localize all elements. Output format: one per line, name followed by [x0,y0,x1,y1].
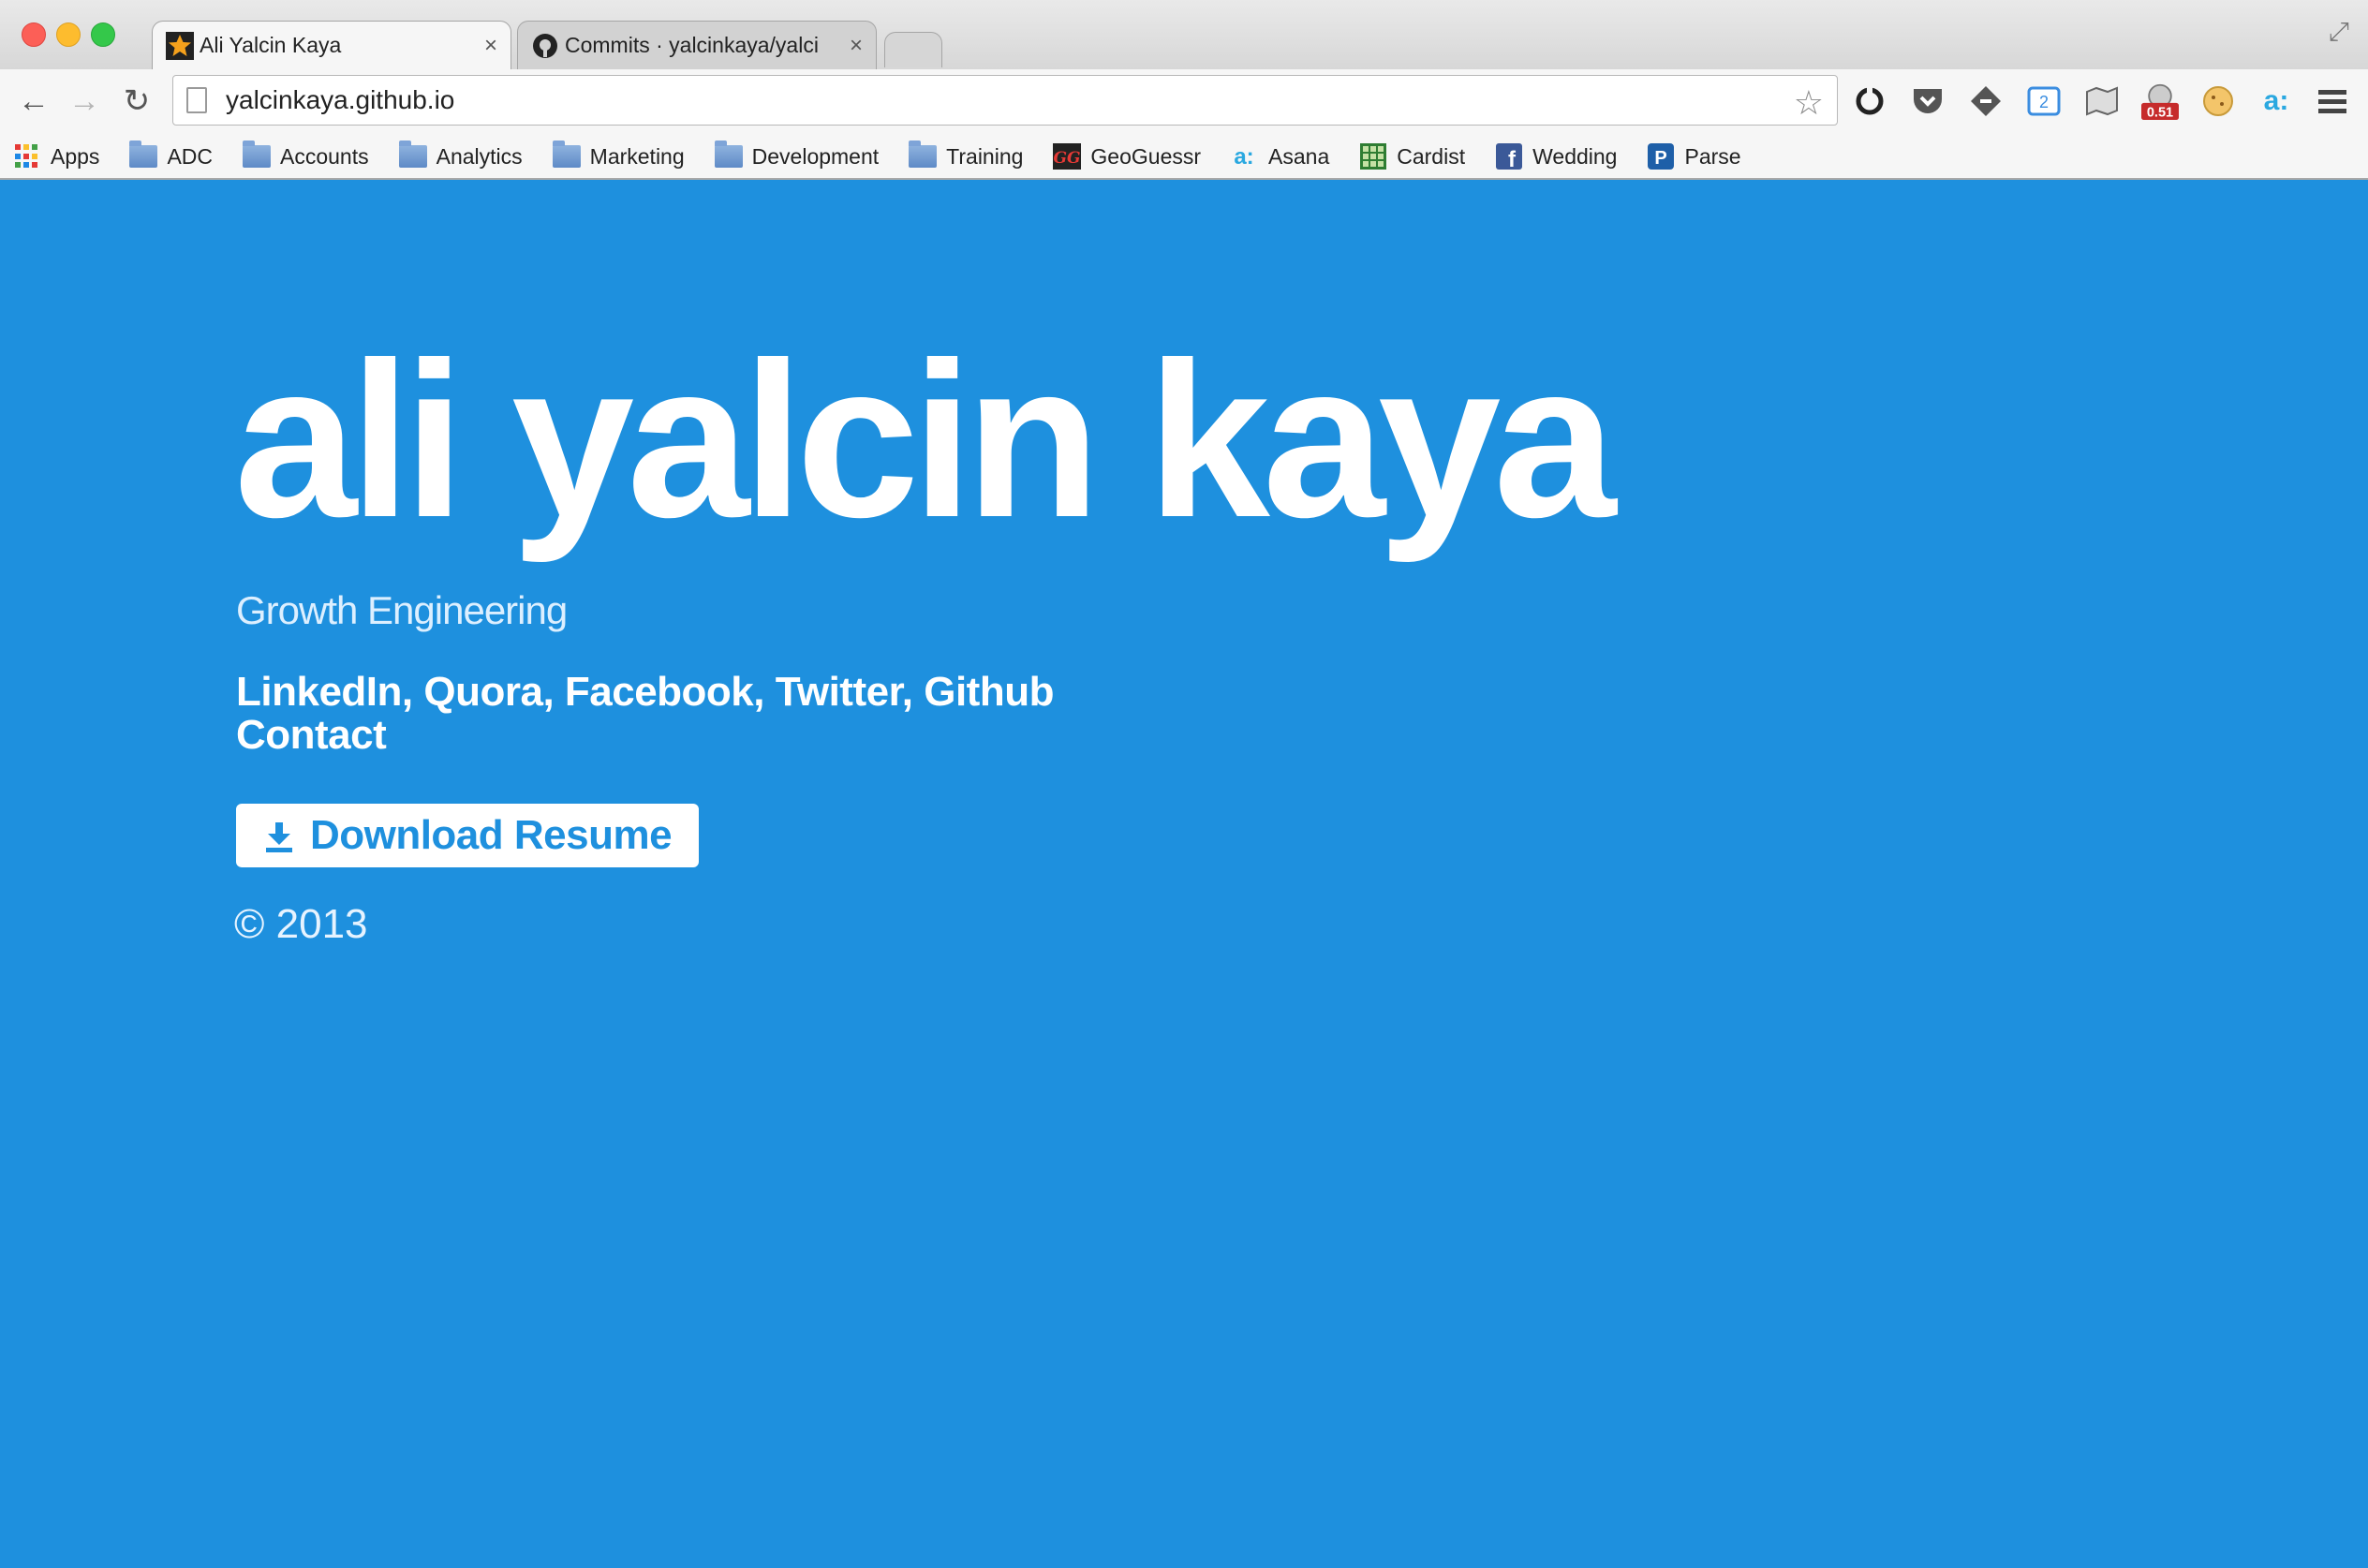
reload-button[interactable]: ↻ [116,81,157,122]
bookmark-development[interactable]: Development [714,141,880,170]
bookmark-analytics[interactable]: Analytics [398,141,523,170]
folder-icon [129,141,158,169]
back-button[interactable]: ← [13,81,54,122]
address-bar[interactable]: ☆ [172,75,1838,126]
github-link[interactable]: Github [924,669,1054,715]
bookmark-adc[interactable]: ADC [129,141,213,170]
toolbar: ← → ↻ ☆ 2 0.51 a: [0,69,2368,135]
fullscreen-icon[interactable]: ⤢ [2329,17,2349,48]
bookmark-label: GeoGuessr [1090,143,1202,169]
bookmark-label: Parse [1684,143,1741,169]
twitter-link[interactable]: Twitter [776,669,903,715]
download-icon [263,817,295,854]
github-icon [531,32,559,60]
page-title: ali yalcin kaya [234,317,1617,564]
folder-icon [909,141,938,169]
tab-commits[interactable]: Commits · yalcinkaya/yalci × [517,21,877,69]
contact-link[interactable]: Contact [236,712,387,758]
folder-icon [243,141,271,169]
apps-icon [13,144,41,169]
geoguessr-icon: GG [1053,143,1082,170]
bookmark-geoguessr[interactable]: GG GeoGuessr [1053,143,1202,170]
new-tab-button[interactable] [884,32,942,67]
bookmarks-bar: Apps ADC Accounts Analytics Marketing De… [0,135,2368,178]
bookmark-label: Cardist [1397,143,1466,169]
minimize-window-button[interactable] [56,22,81,47]
svg-text:f: f [1508,147,1517,170]
page-speed-badge: 0.51 [2147,105,2173,120]
title-bar: Ali Yalcin Kaya × Commits · yalcinkaya/y… [0,0,2368,69]
tab-title: Commits · yalcinkaya/yalci [565,33,819,57]
svg-text:GG: GG [1054,149,1081,168]
cardist-icon [1359,143,1387,170]
parse-icon: P [1647,143,1675,170]
download-resume-button[interactable]: Download Resume [236,804,699,867]
close-window-button[interactable] [22,22,46,47]
page-content: ali yalcin kaya Growth Engineering Linke… [0,180,2368,1568]
close-tab-icon[interactable]: × [484,33,497,59]
bookmark-marketing[interactable]: Marketing [552,141,685,170]
folder-icon [398,141,427,169]
buffer-icon[interactable]: 2 [2025,82,2063,120]
bookmark-label: Accounts [280,143,369,169]
bookmark-label: Wedding [1532,143,1618,169]
zoom-window-button[interactable] [91,22,115,47]
page-speed-icon[interactable]: 0.51 [2141,82,2179,120]
bookmark-parse[interactable]: P Parse [1647,143,1741,170]
svg-text:2: 2 [2039,93,2049,111]
bookmark-accounts[interactable]: Accounts [243,141,369,170]
asana-icon: a: [1231,144,1259,169]
svg-text:P: P [1655,148,1667,169]
page-subtitle: Growth Engineering [236,588,568,632]
bookmark-label: ADC [167,143,213,169]
tab-ali-yalcin-kaya[interactable]: Ali Yalcin Kaya × [152,21,511,69]
facebook-link[interactable]: Facebook [565,669,754,715]
bookmark-wedding[interactable]: f Wedding [1495,143,1618,170]
download-resume-label: Download Resume [309,812,673,858]
social-links: LinkedIn, Quora, Facebook, Twitter, Gith… [236,669,1054,758]
sync-icon[interactable] [1851,82,1888,120]
url-input[interactable] [224,84,1726,116]
bookmark-apps[interactable]: Apps [13,144,99,170]
bookmark-label: Marketing [589,143,685,169]
bookmark-label: Development [751,143,880,169]
tab-title: Ali Yalcin Kaya [200,33,342,57]
folder-icon [552,141,581,169]
browser-chrome: Ali Yalcin Kaya × Commits · yalcinkaya/y… [0,0,2368,180]
bookmark-label: Training [946,143,1024,169]
feedly-icon[interactable] [1967,82,2005,120]
bookmark-label: Analytics [436,143,523,169]
star-favicon-icon [166,31,194,60]
bookmark-training[interactable]: Training [909,141,1024,170]
linkedin-link[interactable]: LinkedIn [236,669,402,715]
copyright-text: © 2013 [234,901,368,947]
bookmark-label: Apps [51,143,100,169]
menu-icon[interactable] [2314,82,2351,120]
close-tab-icon[interactable]: × [850,33,863,59]
svg-text:a:: a: [1234,144,1253,169]
forward-button[interactable]: → [64,81,105,122]
quora-link[interactable]: Quora [423,669,543,715]
bookmark-cardist[interactable]: Cardist [1359,143,1466,170]
facebook-icon: f [1495,143,1523,170]
asana-icon[interactable]: a: [2257,82,2295,120]
cookie-icon[interactable] [2199,82,2237,120]
bookmark-asana[interactable]: a: Asana [1231,144,1329,170]
pocket-icon[interactable] [1909,82,1946,120]
bookmark-star-icon[interactable]: ☆ [1794,83,1824,123]
bookmark-label: Asana [1268,143,1330,169]
folder-icon [714,141,743,169]
map-icon[interactable] [2083,82,2121,120]
page-icon [186,87,207,113]
